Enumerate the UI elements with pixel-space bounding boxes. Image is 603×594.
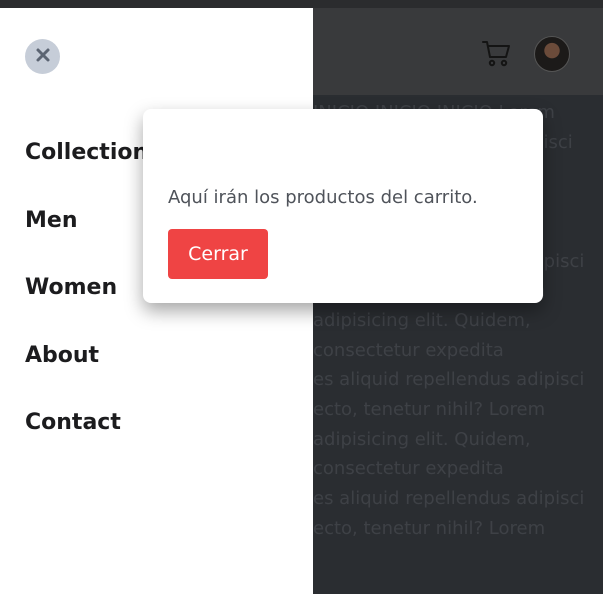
avatar[interactable] <box>534 36 570 72</box>
bg-line: consectetur expedita <box>313 339 504 361</box>
cart-modal: Aquí irán los productos del carrito. Cer… <box>143 109 543 303</box>
bg-line: ecto, tenetur nihil? Lorem <box>313 517 546 539</box>
nav-item-about[interactable]: About <box>25 333 148 401</box>
bg-line: consectetur expedita <box>313 458 504 480</box>
close-icon <box>35 47 51 67</box>
window-top-bar <box>0 0 603 8</box>
header <box>313 8 603 95</box>
bg-line: adipisicing elit. Quidem, <box>313 309 531 331</box>
nav-item-collection[interactable]: Collection <box>25 130 148 198</box>
nav-item-women[interactable]: Women <box>25 265 148 333</box>
bg-line: adipisicing elit. Quidem, <box>313 428 531 450</box>
nav-item-contact[interactable]: Contact <box>25 400 148 468</box>
cart-icon[interactable] <box>481 37 513 69</box>
cerrar-button[interactable]: Cerrar <box>168 229 268 279</box>
bg-line: es aliquid repellendus adipisci <box>313 369 585 391</box>
nav-item-men[interactable]: Men <box>25 198 148 266</box>
bg-line: es aliquid repellendus adipisci <box>313 488 585 510</box>
bg-line: ecto, tenetur nihil? Lorem <box>313 399 546 421</box>
nav-menu: Collection Men Women About Contact <box>25 130 148 468</box>
close-drawer-button[interactable] <box>25 39 60 74</box>
cart-modal-message: Aquí irán los productos del carrito. <box>168 187 478 208</box>
